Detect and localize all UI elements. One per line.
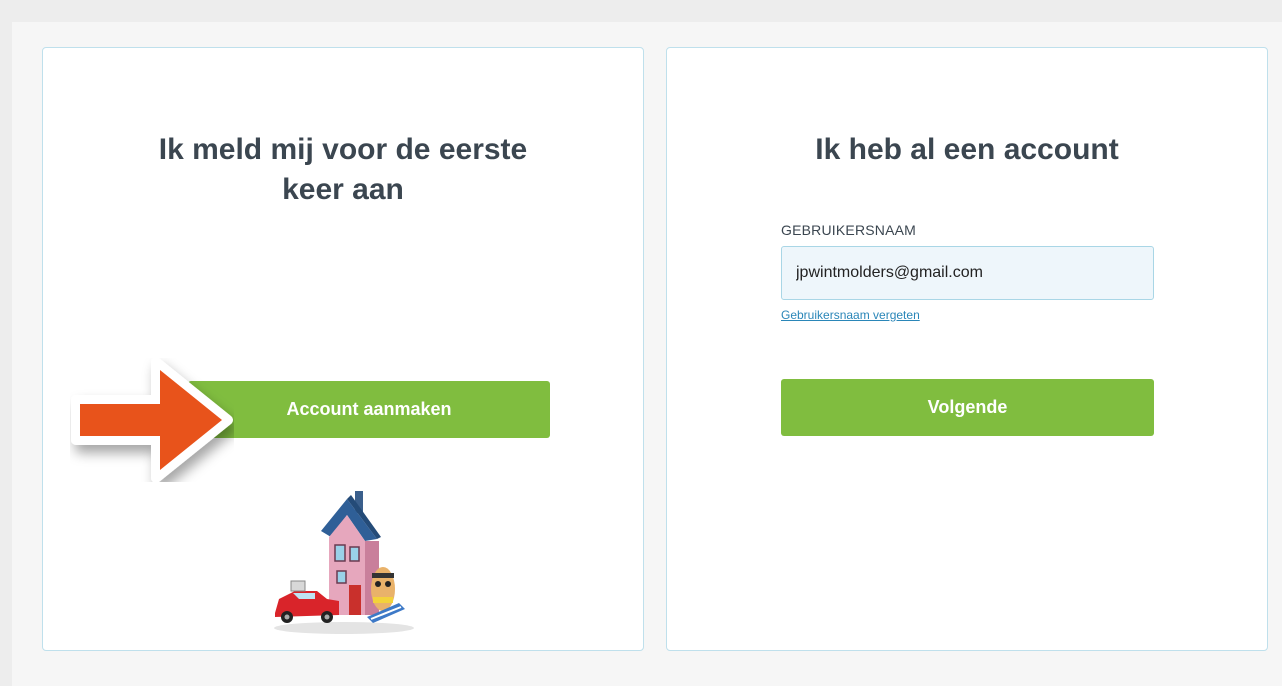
house-illustration xyxy=(274,491,414,634)
forgot-username-link[interactable]: Gebruikersnaam vergeten xyxy=(781,308,920,322)
login-card: Ik heb al een account GEBRUIKERSNAAM Geb… xyxy=(666,47,1268,651)
login-title: Ik heb al een account xyxy=(815,133,1119,166)
username-input[interactable] xyxy=(781,246,1154,300)
username-label: GEBRUIKERSNAAM xyxy=(781,222,917,238)
arrow-right-icon xyxy=(71,358,233,482)
create-account-button[interactable]: Account aanmaken xyxy=(188,381,550,438)
page-background: Ik meld mij voor de eerste keer aan Acco… xyxy=(12,22,1282,686)
register-card: Ik meld mij voor de eerste keer aan Acco… xyxy=(42,47,644,651)
register-title: Ik meld mij voor de eerste keer aan xyxy=(158,133,528,206)
next-button[interactable]: Volgende xyxy=(781,379,1154,436)
